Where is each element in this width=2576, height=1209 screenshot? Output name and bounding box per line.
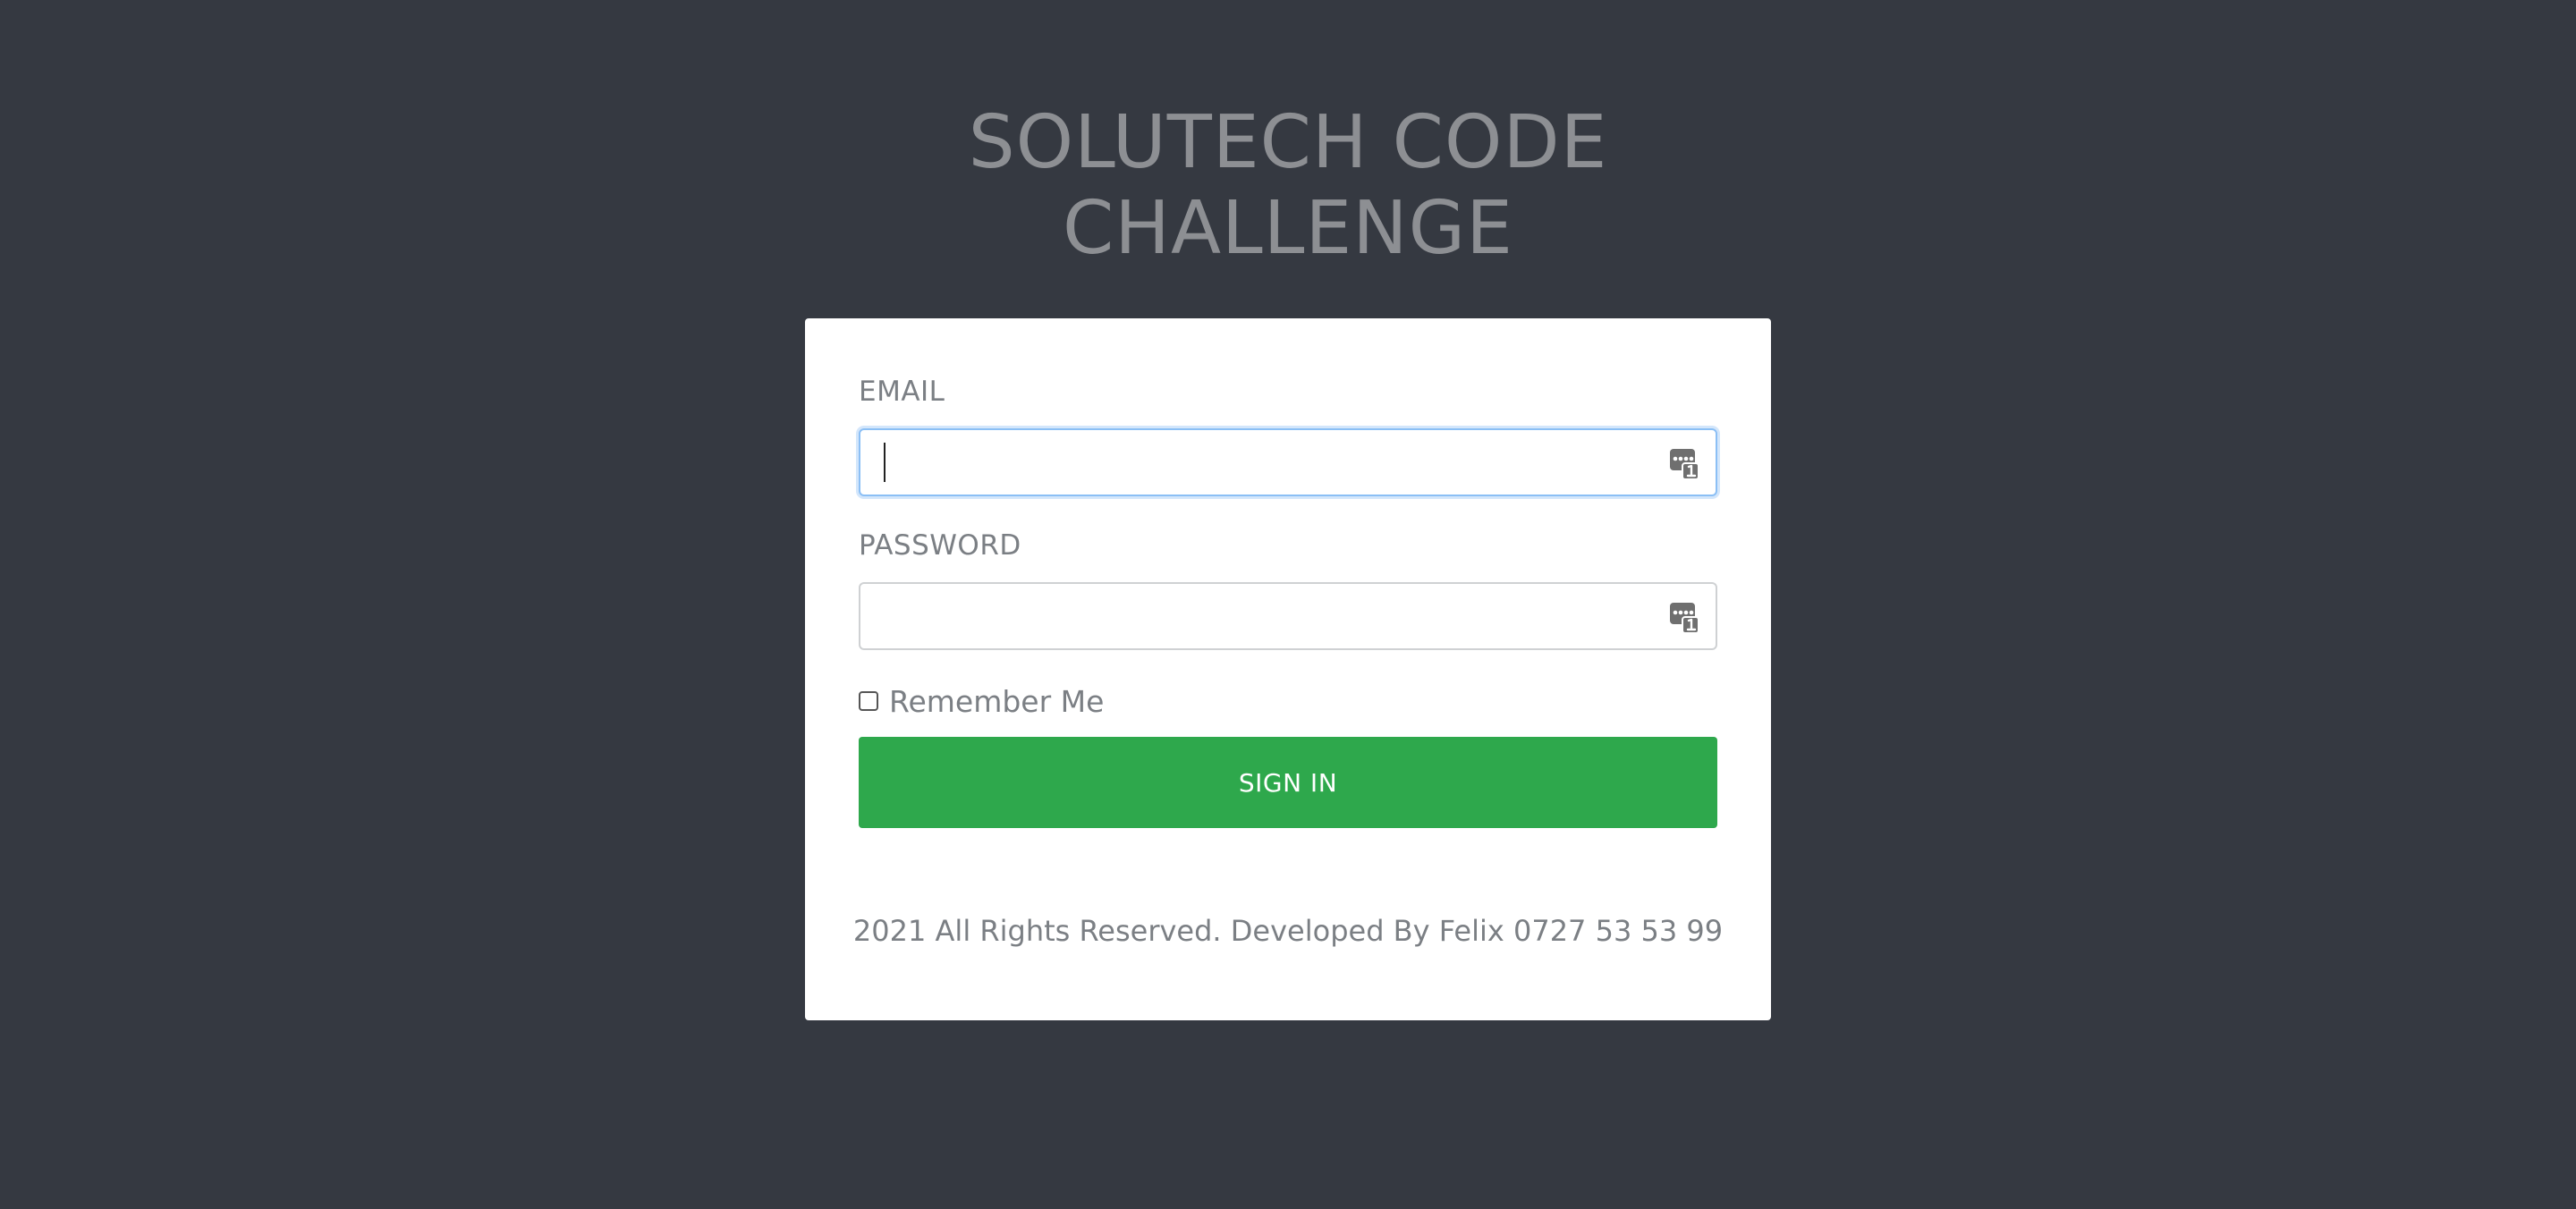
- password-field-wrapper[interactable]: [859, 582, 1717, 650]
- remember-me-checkbox[interactable]: [859, 691, 878, 711]
- text-cursor: [884, 443, 886, 482]
- login-card: EMAIL PASSWORD Remember Me SIGN IN 2021 …: [805, 318, 1771, 1020]
- page-title-line-2: CHALLENGE: [1063, 186, 1513, 271]
- password-input[interactable]: [860, 584, 1716, 648]
- footer-copyright: 2021 All Rights Reserved. Developed By F…: [852, 914, 1724, 948]
- sign-in-button[interactable]: SIGN IN: [859, 737, 1717, 828]
- password-manager-icon[interactable]: [1669, 448, 1699, 480]
- remember-me-label[interactable]: Remember Me: [889, 684, 1104, 719]
- page-title: SOLUTECH CODE CHALLENGE: [0, 100, 2576, 272]
- email-field-wrapper[interactable]: [859, 428, 1717, 496]
- password-manager-icon[interactable]: [1669, 602, 1699, 634]
- email-label: EMAIL: [859, 376, 945, 408]
- remember-me-option[interactable]: Remember Me: [859, 683, 1104, 719]
- page-title-line-1: SOLUTECH CODE: [968, 100, 1608, 185]
- password-label: PASSWORD: [859, 529, 1021, 562]
- email-input[interactable]: [860, 430, 1716, 495]
